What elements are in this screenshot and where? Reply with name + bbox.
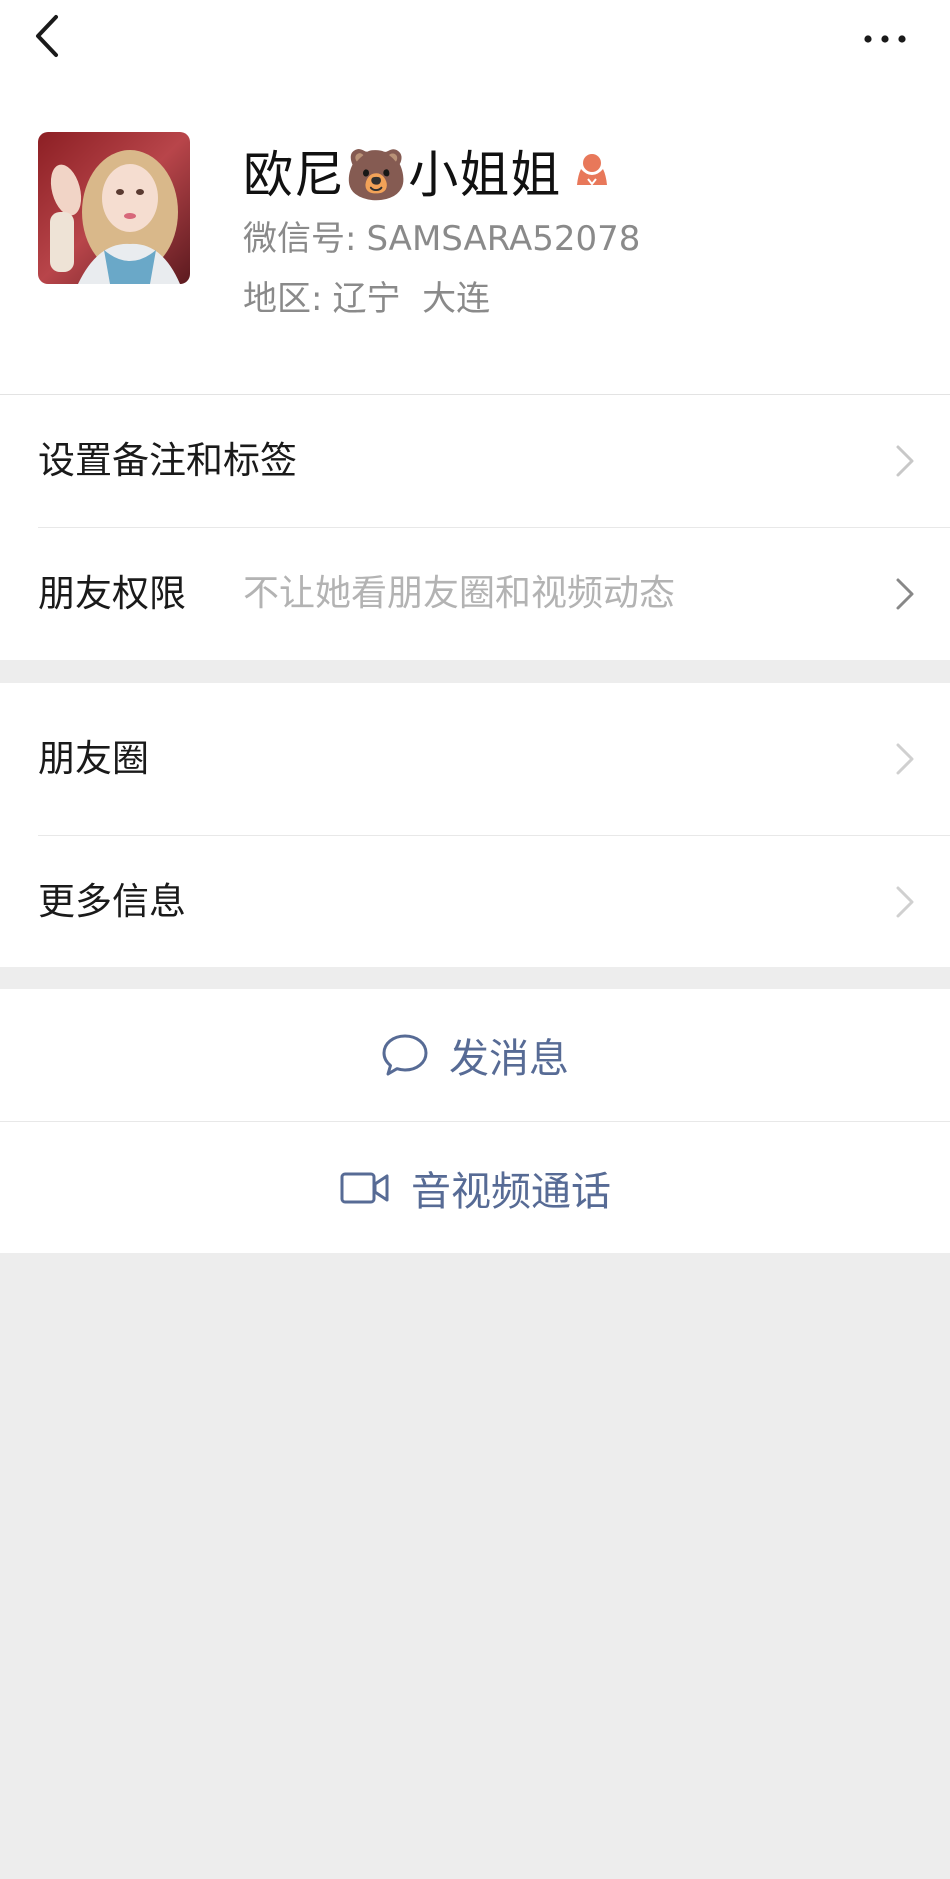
avatar[interactable] [38,132,190,284]
info-group: 朋友圈 更多信息 [0,683,950,967]
chevron-right-icon [896,578,914,610]
region-label: 地区: [243,279,323,319]
region-value: 辽宁 大连 [332,279,491,319]
chevron-left-icon [36,15,58,57]
more-options-button[interactable] [850,14,920,64]
chevron-right-icon [896,886,914,918]
more-info-row[interactable]: 更多信息 [0,836,950,968]
remark-tags-row[interactable]: 设置备注和标签 [0,395,950,527]
send-message-label: 发消息 [449,1036,569,1082]
wechat-id-value: SAMSARA52078 [366,219,641,259]
friend-permission-value: 不让她看朋友圈和视频动态 [243,573,676,614]
moments-row[interactable]: 朋友圈 [0,693,950,825]
settings-group: 设置备注和标签 朋友权限 不让她看朋友圈和视频动态 [0,395,950,660]
send-message-button[interactable]: 发消息 [0,989,950,1121]
profile-header: 欧尼🐻小姐姐 微信号: SAMSARA52078 地区: 辽宁 大连 [0,90,950,395]
chevron-right-icon [896,743,914,775]
back-button[interactable] [22,6,72,66]
friend-permission-row[interactable]: 朋友权限 不让她看朋友圈和视频动态 [0,528,950,660]
top-bar [0,0,950,90]
friend-permission-label: 朋友权限 [38,572,186,615]
more-info-label: 更多信息 [38,880,186,923]
video-camera-icon [340,1172,389,1204]
female-gender-icon [577,154,608,186]
name-row: 欧尼🐻小姐姐 [243,136,611,206]
region-line: 地区: 辽宁 大连 [243,274,490,324]
actions-group: 发消息 音视频通话 [0,989,950,1253]
wechat-id-line: 微信号: SAMSARA52078 [243,214,640,264]
chevron-right-icon [896,445,914,477]
more-dots-icon [864,35,906,43]
remark-tags-label: 设置备注和标签 [38,439,297,482]
av-call-button[interactable]: 音视频通话 [0,1122,950,1254]
av-call-label: 音视频通话 [411,1169,611,1215]
wechat-id-label: 微信号: [243,219,357,259]
moments-label: 朋友圈 [38,737,149,780]
profile-name: 欧尼🐻小姐姐 [243,146,562,204]
chat-bubble-icon [382,1034,428,1076]
